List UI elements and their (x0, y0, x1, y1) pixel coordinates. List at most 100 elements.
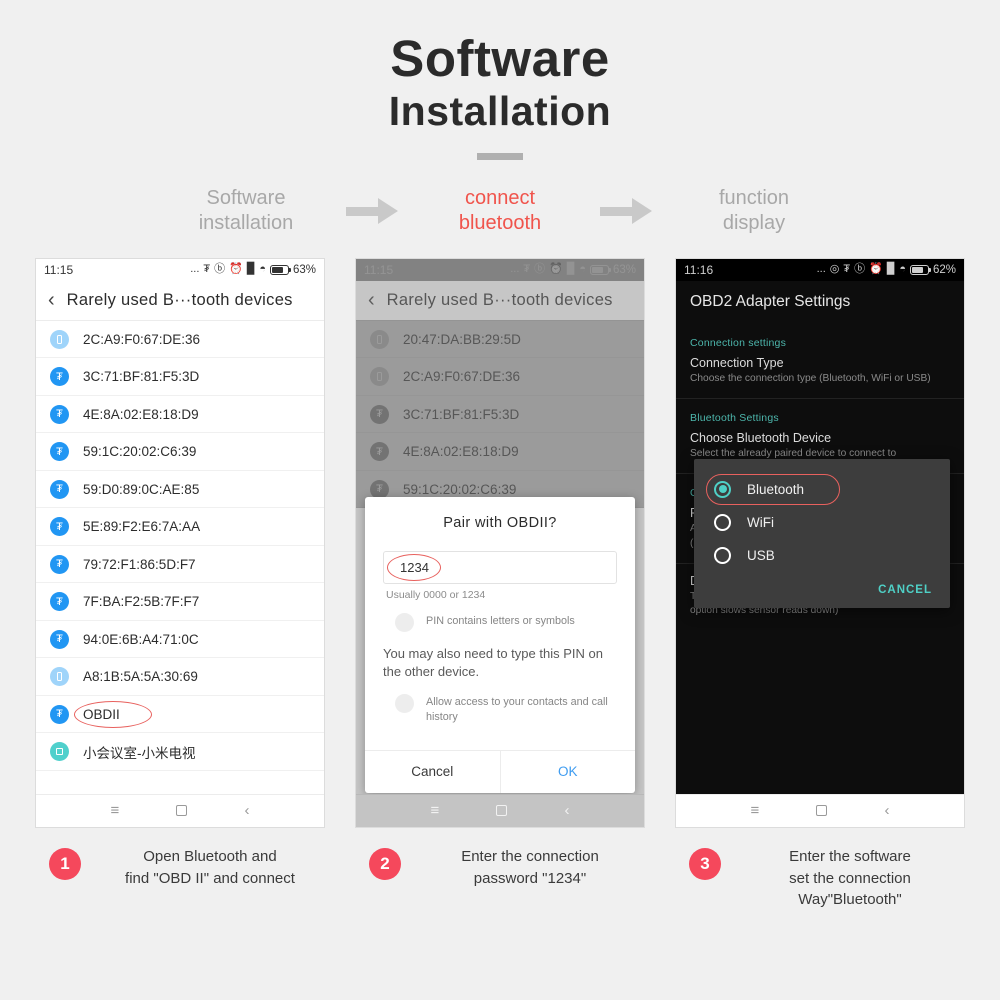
device-name: 小会议室-小米电视 (83, 745, 196, 761)
home-icon[interactable] (816, 805, 828, 817)
device-list-item[interactable]: ₮ 5E:89:F2:E6:7A:AA (36, 508, 324, 546)
bluetooth-device-icon: ₮ (50, 517, 69, 537)
back-icon[interactable]: ‹ (884, 803, 889, 818)
bluetooth-highlight-circle (706, 473, 840, 505)
pin-highlight-circle (387, 553, 441, 581)
menu-icon[interactable]: ≡ (111, 803, 120, 818)
page-header: Software Installation (0, 0, 1000, 160)
device-list-item[interactable]: ₮ 3C:71:BF:81:F5:3D (36, 358, 324, 396)
device-name: 59:D0:89:0C:AE:85 (83, 481, 200, 497)
radio-button[interactable] (714, 513, 731, 531)
bluetooth-device-icon: ₮ (50, 554, 69, 574)
device-list-item[interactable]: 20:47:DA:BB:29:5D (356, 321, 644, 359)
status-bar-1: 11:15 ... ₮ ⓑ ⏰ ▉ ◓ 63% (36, 258, 324, 281)
chevron-left-icon[interactable]: ‹ (48, 290, 55, 310)
device-list-1: 2C:A9:F0:67:DE:36 ₮ 3C:71:BF:81:F5:3D ₮ 4E:8… (36, 320, 324, 771)
caption-line3: Way"Bluetooth" (798, 891, 902, 909)
phone-screenshots-row: 11:15 ... ₮ ⓑ ⏰ ▉ ◓ 63% ‹ Rarely used B·… (0, 257, 1000, 828)
radio-label: WiFi (747, 514, 774, 530)
radio-button[interactable] (714, 546, 731, 564)
device-list-item[interactable]: ₮ 59:1C:20:02:C6:39 (36, 433, 324, 471)
phone-device-icon (50, 667, 69, 687)
device-list-item[interactable]: ₮ 4E:8A:02:E8:18:D9 (356, 433, 644, 471)
wifi-icon: ◓ (259, 263, 266, 276)
flow-step-1-line2: installation (198, 211, 294, 234)
radio-option[interactable]: USB (694, 539, 950, 572)
menu-icon[interactable]: ≡ (751, 803, 760, 818)
device-list-item[interactable]: ₮ 79:72:F1:86:5D:F7 (36, 546, 324, 584)
step-number-badge: 1 (49, 847, 81, 880)
device-list-item[interactable]: 小会议室-小米电视 (36, 733, 324, 771)
flow-step-function-display: function display (680, 186, 828, 236)
radio-option[interactable]: WiFi (694, 506, 950, 539)
phone-screenshot-2: 11:15 ... ₮ ⓑ ⏰ ▉ ◓ 63% ‹ Rarely used B·… (355, 257, 645, 828)
wifi-icon: ◓ (899, 263, 906, 276)
flow-step-connect-bluetooth: connect bluetooth (426, 186, 574, 236)
device-list-item[interactable]: ₮ 94:0E:6B:A4:71:0C (36, 621, 324, 659)
device-name: 59:1C:20:02:C6:39 (83, 444, 197, 460)
wifi-icon: ◓ (579, 263, 586, 276)
flow-step-software-installation: Software installation (172, 186, 320, 236)
battery-percent: 63% (292, 263, 316, 276)
connection-type-dialog: Bluetooth WiFi USB CANCEL (694, 458, 950, 608)
back-icon[interactable]: ‹ (244, 803, 249, 818)
more-dots-icon: ... (190, 263, 200, 276)
flow-step-3-line1: function (718, 186, 790, 209)
ok-button[interactable]: OK (501, 751, 636, 793)
contacts-access-label: Allow access to your contacts and call h… (426, 695, 608, 724)
alarm-icon: ⏰ (229, 263, 243, 276)
bluetooth-device-icon: ₮ (50, 592, 69, 612)
device-list-item[interactable]: A8:1B:5A:5A:30:69 (36, 658, 324, 696)
obdii-highlight-circle (74, 700, 152, 728)
title-divider (477, 152, 523, 160)
device-list-item[interactable]: ₮ 59:D0:89:0C:AE:85 (36, 471, 324, 509)
radio-option[interactable]: Bluetooth (694, 473, 950, 506)
bluetooth-icon: ₮ (523, 263, 531, 276)
status-time: 11:16 (684, 262, 714, 277)
mute-icon: ⓑ (854, 263, 866, 276)
device-name: 2C:A9:F0:67:DE:36 (403, 369, 521, 385)
device-list-item[interactable]: 2C:A9:F0:67:DE:36 (36, 321, 324, 359)
dialog-cancel-button[interactable]: CANCEL (694, 572, 950, 602)
caption-text: Open Bluetooth and find "OBD II" and conn… (95, 846, 325, 890)
pair-dialog-title: Pair with OBDII? (443, 514, 557, 531)
device-name: 5E:89:F2:E6:7A:AA (83, 519, 201, 535)
settings-section-header: Bluetooth Settings (690, 412, 779, 425)
nav-bar-1: ≡ ‹ (36, 793, 324, 827)
device-list-item[interactable]: ₮ 3C:71:BF:81:F5:3D (356, 396, 644, 434)
device-list-2: 20:47:DA:BB:29:5D 2C:A9:F0:67:DE:36 ₮ 3C:71… (356, 320, 644, 509)
settings-item[interactable]: Connection Type Choose the connection typ… (676, 349, 964, 395)
home-icon[interactable] (176, 805, 188, 817)
settings-section-header: Connection settings (690, 336, 787, 349)
flow-step-2-line2: bluetooth (458, 211, 542, 234)
home-icon[interactable] (496, 805, 508, 817)
caption-line1: Enter the connection (461, 847, 599, 865)
bluetooth-device-icon: ₮ (370, 442, 389, 462)
device-list-item[interactable]: ₮ 7F:BA:F2:5B:7F:F7 (36, 583, 324, 621)
device-list-item[interactable]: ₮ 4E:8A:02:E8:18:D9 (36, 396, 324, 434)
status-time: 11:15 (44, 262, 74, 277)
pin-symbols-checkbox[interactable] (395, 612, 414, 632)
pin-hint: Usually 0000 or 1234 (386, 588, 486, 601)
nav-bar-2: ≡ ‹ (356, 793, 644, 827)
status-bar-3: 11:16 ... ◎ ₮ ⓑ ⏰ ▉ ◓ 62% (676, 258, 964, 281)
mute-icon: ⓑ (214, 263, 226, 276)
phone-device-icon (370, 367, 389, 387)
device-list-item[interactable]: ₮ OBDII (36, 696, 324, 734)
app-bar-title: Rarely used B···tooth devices (66, 290, 293, 309)
caption-line1: Enter the software (789, 847, 911, 865)
chevron-left-icon[interactable]: ‹ (368, 290, 375, 310)
battery-icon (269, 264, 291, 275)
caption-text: Enter the connection password "1234" (415, 846, 645, 890)
step-number-badge: 3 (689, 847, 721, 880)
page-title-line2: Installation (388, 87, 612, 134)
back-icon[interactable]: ‹ (564, 803, 569, 818)
nav-bar-3: ≡ ‹ (676, 793, 964, 827)
signal-icon: ▉ (246, 263, 256, 276)
cancel-button[interactable]: Cancel (365, 750, 501, 793)
bluetooth-device-icon: ₮ (50, 404, 69, 424)
contacts-access-checkbox[interactable] (395, 693, 414, 713)
menu-icon[interactable]: ≡ (431, 803, 440, 818)
device-list-item[interactable]: 2C:A9:F0:67:DE:36 (356, 358, 644, 396)
obd-app-bar-title: OBD2 Adapter Settings (676, 280, 964, 327)
